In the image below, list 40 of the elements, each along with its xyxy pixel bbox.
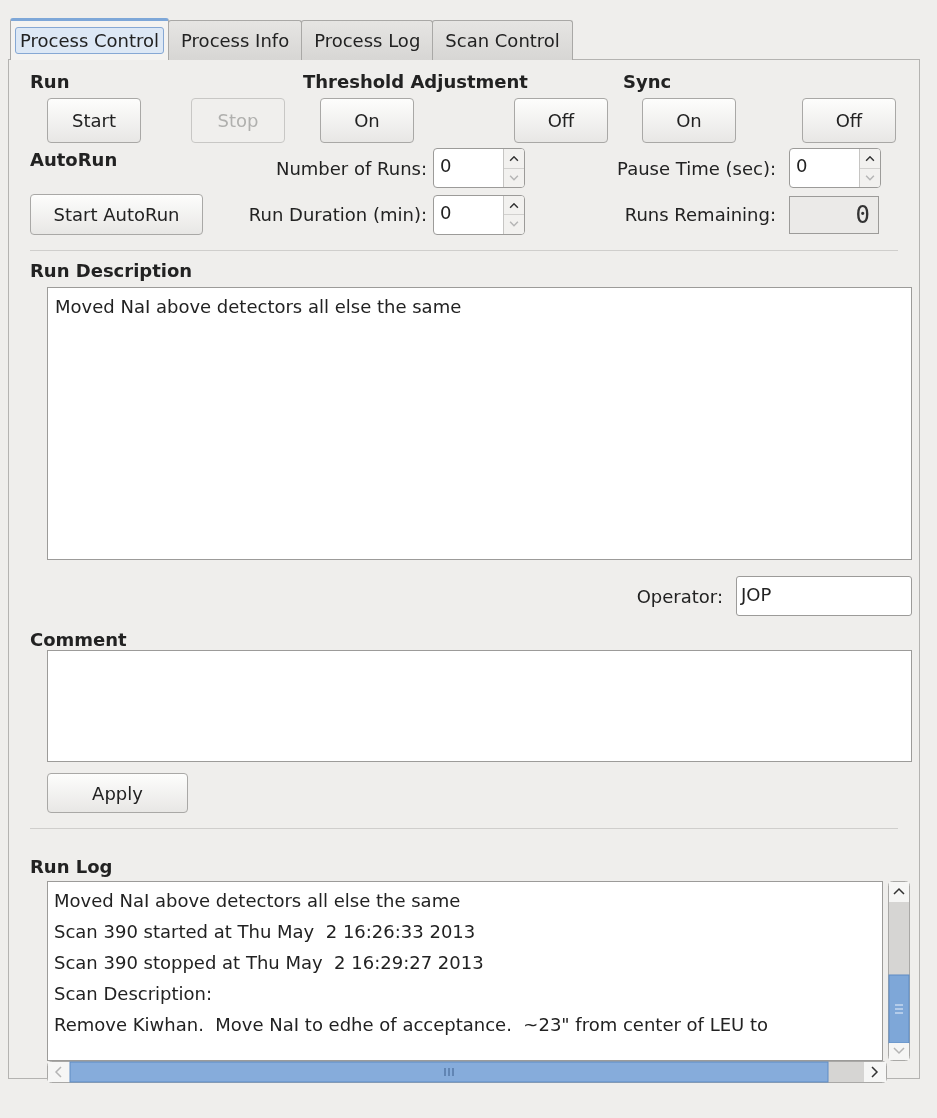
comment-field[interactable]: [47, 650, 912, 762]
section-heading: Comment: [30, 630, 128, 650]
off-button[interactable]: Off: [514, 98, 608, 143]
spin-value: 0: [439, 154, 453, 178]
lcd-display: 0: [789, 195, 879, 234]
section-heading: Run Log: [30, 857, 114, 877]
log-line: Scan Description:: [54, 982, 214, 1006]
log-line: Moved NaI above detectors all else the same: [54, 889, 462, 913]
vertical-scrollbar[interactable]: [888, 881, 910, 1061]
start-button[interactable]: Start: [47, 98, 141, 143]
log-line: Scan 390 started at Thu May 2 16:26:33 2013: [54, 920, 477, 944]
section-heading: Run Description: [30, 261, 194, 281]
spin-box[interactable]: 0: [789, 148, 881, 188]
apply-button[interactable]: Apply: [47, 773, 188, 813]
spin-value: 0: [439, 200, 453, 225]
on-button[interactable]: On: [320, 98, 414, 143]
spin-box[interactable]: 0: [433, 148, 525, 188]
section-heading: Sync: [623, 72, 673, 92]
horizontal-scrollbar[interactable]: [47, 1061, 887, 1083]
operator-label: Operator:: [636, 585, 723, 607]
on-button[interactable]: On: [642, 98, 736, 143]
log-line: Scan 390 stopped at Thu May 2 16:29:27 2013: [54, 951, 485, 975]
field-label: Run Duration (min):: [247, 204, 428, 225]
field-label: Runs Remaining:: [623, 204, 777, 225]
tab[interactable]: Process Control: [10, 18, 170, 60]
field-label: Pause Time (sec):: [616, 157, 777, 179]
spin-value: 0: [795, 154, 809, 178]
start-autorun-button[interactable]: Start AutoRun: [30, 194, 203, 235]
operator-field[interactable]: JOP: [736, 576, 912, 616]
tab[interactable]: Scan Control: [432, 20, 573, 60]
section-heading: Run: [30, 72, 71, 92]
run-description-field[interactable]: Moved NaI above detectors all else the same: [47, 287, 912, 560]
section-heading: Threshold Adjustment: [303, 72, 529, 92]
tab[interactable]: Process Log: [301, 20, 434, 60]
field-label: Number of Runs:: [274, 157, 428, 179]
tab[interactable]: Process Info: [168, 20, 303, 60]
off-button[interactable]: Off: [802, 98, 896, 143]
log-line: Remove Kiwhan. Move NaI to edhe of acceptance. ~23" from center of LEU to: [54, 1013, 769, 1037]
section-heading: AutoRun: [30, 150, 119, 170]
spin-box[interactable]: 0: [433, 194, 525, 235]
